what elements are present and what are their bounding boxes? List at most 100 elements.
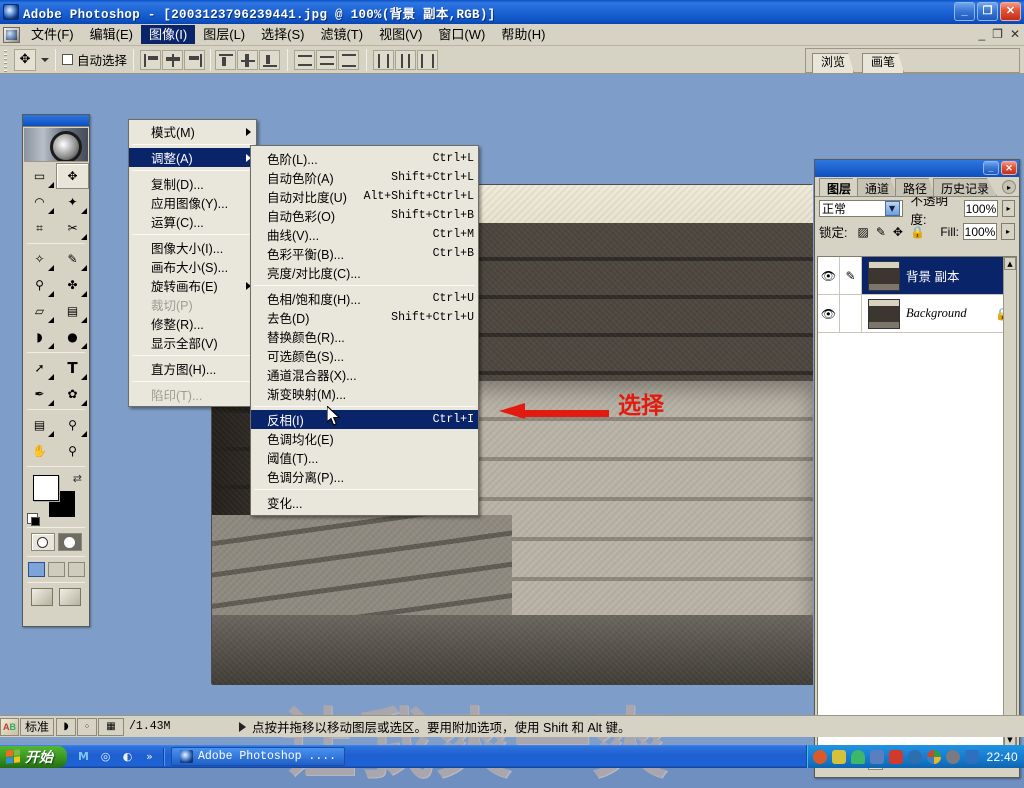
chevron-down-icon[interactable]: [41, 58, 49, 62]
ie-icon[interactable]: ◎: [98, 749, 113, 764]
pen-tool[interactable]: ✒: [23, 381, 56, 407]
move-tool[interactable]: ✥: [56, 163, 89, 189]
menu-item-auto-color[interactable]: 自动色彩(O) Shift+Ctrl+B: [251, 206, 478, 225]
adjustments-submenu[interactable]: 色阶(L)... Ctrl+L 自动色阶(A) Shift+Ctrl+L 自动对…: [250, 145, 479, 516]
layer-active-brush-icon[interactable]: ✎: [840, 257, 862, 294]
opacity-stepper[interactable]: ▸: [1002, 200, 1015, 217]
magic-wand-tool[interactable]: ✦: [56, 189, 89, 215]
standard-mode-button[interactable]: [31, 533, 55, 551]
doc-maximize-button[interactable]: ❐: [992, 27, 1003, 41]
fullscreen-menubar-mode-button[interactable]: [48, 562, 65, 577]
menu-image[interactable]: 图像(I): [141, 25, 195, 44]
align-horizontal-centers-button[interactable]: [162, 50, 183, 70]
type-tool[interactable]: T: [56, 355, 89, 381]
align-bottom-edges-button[interactable]: [259, 50, 280, 70]
menu-item-gradient-map[interactable]: 渐变映射(M)...: [251, 384, 478, 403]
menu-help[interactable]: 帮助(H): [493, 25, 553, 44]
menu-item-desaturate[interactable]: 去色(D) Shift+Ctrl+U: [251, 308, 478, 327]
tab-history[interactable]: 历史记录: [933, 178, 997, 196]
layer-name[interactable]: Background: [906, 306, 967, 321]
menu-item-auto-contrast[interactable]: 自动对比度(U) Alt+Shift+Ctrl+L: [251, 187, 478, 206]
slice-tool[interactable]: ✂: [56, 215, 89, 241]
hand-tool[interactable]: ✋: [23, 438, 56, 464]
layer-visibility-icon[interactable]: 👁: [818, 257, 840, 294]
layers-close-button[interactable]: ✕: [1001, 161, 1017, 175]
menu-item-equalize[interactable]: 色调均化(E): [251, 429, 478, 448]
eyedropper-tool[interactable]: ⚲: [56, 412, 89, 438]
align-vertical-centers-button[interactable]: [237, 50, 258, 70]
menu-item-adjustments[interactable]: 调整(A): [129, 148, 256, 167]
menu-item-invert[interactable]: 反相(I) Ctrl+I: [251, 410, 478, 429]
chevron-more-icon[interactable]: »: [142, 749, 157, 764]
distribute-horizontal-centers-button[interactable]: [395, 50, 416, 70]
notes-tool[interactable]: ▤: [23, 412, 56, 438]
layers-palette-titlebar[interactable]: _ ✕: [815, 160, 1019, 177]
distribute-top-edges-button[interactable]: [294, 50, 315, 70]
maximize-button[interactable]: ❐: [977, 2, 998, 21]
menu-file[interactable]: 文件(F): [23, 25, 82, 44]
zoom-tool[interactable]: ⚲: [56, 438, 89, 464]
taskbar-clock[interactable]: 22:40: [986, 750, 1018, 764]
foreground-color-swatch[interactable]: [33, 475, 59, 501]
tab-layers[interactable]: 图层: [819, 178, 859, 196]
jump-to-other-icon[interactable]: [59, 588, 81, 606]
network-icon[interactable]: [870, 750, 884, 764]
jump-to-imageready-icon[interactable]: [31, 588, 53, 606]
document-icon[interactable]: [3, 27, 20, 43]
lock-transparency-icon[interactable]: ▨: [857, 225, 868, 239]
taskbar-item-photoshop[interactable]: Adobe Photoshop ....: [171, 747, 345, 766]
scroll-up-icon[interactable]: ▲: [1004, 257, 1016, 270]
blur-tool[interactable]: ◗: [23, 324, 56, 350]
menu-item-rotate-canvas[interactable]: 旋转画布(E): [129, 276, 256, 295]
menu-filter[interactable]: 滤镜(T): [312, 25, 371, 44]
table-row[interactable]: 👁 ✎ 背景 副本: [818, 257, 1016, 295]
marquee-tool[interactable]: ▭: [23, 163, 56, 189]
custom-shape-tool[interactable]: ✿: [56, 381, 89, 407]
lock-image-icon[interactable]: ✎: [876, 225, 886, 239]
layer-thumbnail[interactable]: [868, 261, 900, 291]
distribute-vertical-centers-button[interactable]: [316, 50, 337, 70]
opacity-input[interactable]: 100%: [964, 200, 998, 217]
status-menu-arrow-icon[interactable]: [239, 722, 246, 732]
blend-mode-select[interactable]: 正常 ▼: [819, 200, 903, 217]
distribute-bottom-edges-button[interactable]: [338, 50, 359, 70]
qq-penguin-icon[interactable]: [813, 750, 827, 764]
toolbox-titlebar[interactable]: [23, 115, 89, 127]
fill-stepper[interactable]: ▸: [1001, 223, 1015, 240]
palette-menu-icon[interactable]: ▸: [1002, 180, 1016, 194]
menu-item-apply-image[interactable]: 应用图像(Y)...: [129, 193, 256, 212]
current-tool-preset[interactable]: ✥: [14, 49, 49, 71]
antivirus-icon[interactable]: [889, 750, 903, 764]
align-top-edges-button[interactable]: [215, 50, 236, 70]
layers-minimize-button[interactable]: _: [983, 161, 999, 175]
menu-item-variations[interactable]: 变化...: [251, 493, 478, 512]
path-selection-tool[interactable]: ➚: [23, 355, 56, 381]
msn-icon[interactable]: M: [76, 749, 91, 764]
shield-icon[interactable]: [965, 750, 979, 764]
layer-thumbnail[interactable]: [868, 299, 900, 329]
options-bar-grip[interactable]: [2, 48, 10, 72]
menu-item-duplicate[interactable]: 复制(D)...: [129, 174, 256, 193]
menu-item-image-size[interactable]: 图像大小(I)...: [129, 238, 256, 257]
auto-select-checkbox[interactable]: [62, 54, 73, 65]
minimize-button[interactable]: _: [954, 2, 975, 21]
crop-tool[interactable]: ⌗: [23, 215, 56, 241]
healing-brush-tool[interactable]: ✧: [23, 246, 56, 272]
clone-stamp-tool[interactable]: ⚲: [23, 272, 56, 298]
menu-edit[interactable]: 编辑(E): [82, 25, 141, 44]
fill-input[interactable]: 100%: [963, 223, 997, 240]
color-proof-icon[interactable]: AB: [0, 718, 19, 736]
gamut-warning-icon[interactable]: ⁘: [77, 718, 97, 736]
tab-paths[interactable]: 路径: [895, 178, 935, 196]
media-icon[interactable]: ◐: [120, 749, 135, 764]
lasso-tool[interactable]: ◠: [23, 189, 56, 215]
distribute-right-edges-button[interactable]: [417, 50, 438, 70]
menu-window[interactable]: 窗口(W): [430, 25, 493, 44]
lock-all-icon[interactable]: 🔒: [910, 225, 925, 239]
menu-item-hue-saturation[interactable]: 色相/饱和度(H)... Ctrl+U: [251, 289, 478, 308]
screen-mode-label[interactable]: 标准: [20, 718, 54, 736]
quick-mask-mode-button[interactable]: [58, 533, 82, 551]
volume-icon[interactable]: [832, 750, 846, 764]
menu-item-histogram[interactable]: 直方图(H)...: [129, 359, 256, 378]
globe-icon[interactable]: [908, 750, 922, 764]
